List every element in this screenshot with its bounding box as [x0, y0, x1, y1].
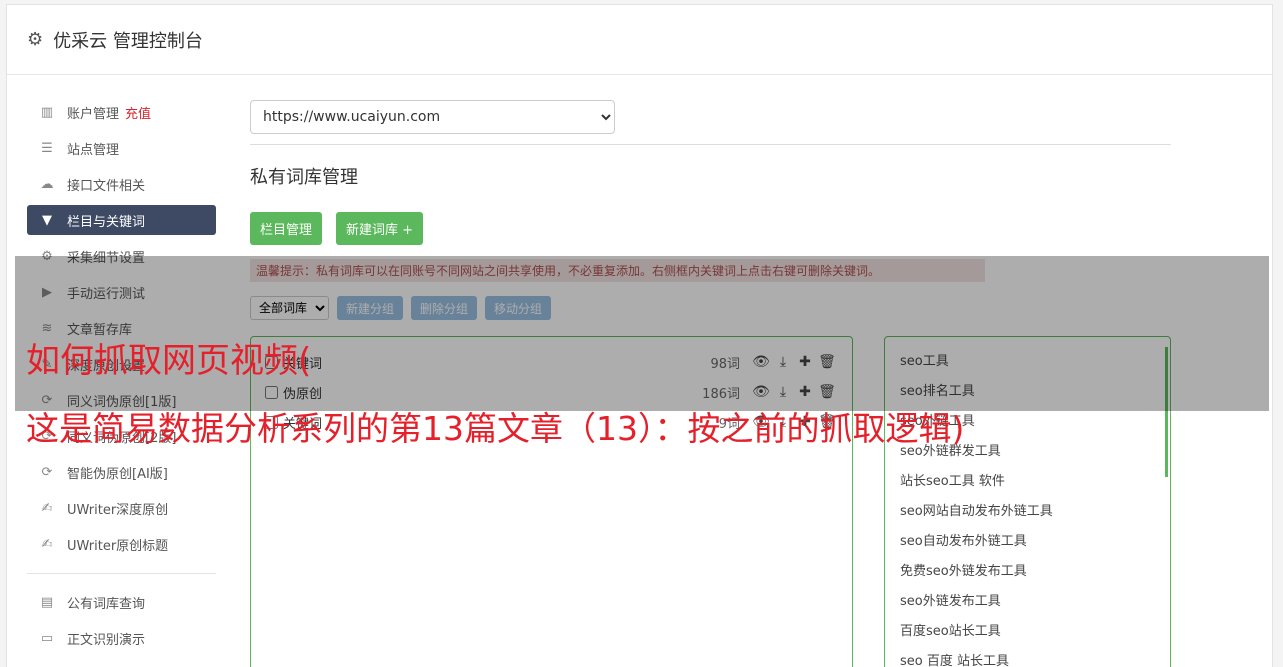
keyword-item[interactable]: 百度seo站长工具 [900, 619, 1170, 649]
new-lexicon-button[interactable]: 新建词库 + [336, 212, 424, 245]
sidebar-item-uwriter-title[interactable]: ✍ UWriter原创标题 [27, 529, 216, 559]
keyword-item[interactable]: seo 百度 站长工具 [900, 649, 1170, 667]
sidebar-item-label: 站点管理 [67, 142, 120, 158]
monitor-icon: ▭ [40, 630, 54, 646]
overlay-caption-line1: 如何抓取网页视频( [26, 341, 312, 381]
sidebar-item-label: UWriter原创标题 [67, 538, 169, 554]
sidebar-item-label: 账户管理 [67, 106, 120, 122]
overlay-caption-line2: 这是简易数据分析系列的第13篇文章（13）：按之前的抓取逻辑) [26, 409, 965, 448]
sidebar-item-label: 接口文件相关 [67, 178, 146, 194]
action-buttons: 栏目管理 新建词库 + [250, 212, 1171, 245]
sidebar-item-label: UWriter深度原创 [67, 502, 169, 518]
recharge-link[interactable]: 充值 [125, 103, 151, 122]
pencil-icon: ✍ [41, 500, 53, 516]
site-select[interactable]: https://www.ucaiyun.com [250, 100, 615, 134]
sidebar-item-uwriter-deep[interactable]: ✍ UWriter深度原创 [27, 493, 216, 523]
sidebar-item-text-recognition[interactable]: ▭ 正文识别演示 [27, 623, 216, 653]
keyword-item[interactable]: seo自动发布外链工具 [900, 529, 1170, 559]
sidebar-item-sites[interactable]: ☰ 站点管理 [27, 133, 216, 163]
sidebar-item-label: 栏目与关键词 [67, 214, 146, 230]
refresh-icon: ⟳ [41, 464, 53, 480]
sidebar-item-label: 正文识别演示 [67, 632, 146, 648]
sidebar-divider [27, 573, 216, 574]
sidebar-item-public-lexicon[interactable]: ▤ 公有词库查询 [27, 587, 216, 617]
keyword-item[interactable]: seo外链发布工具 [900, 589, 1170, 619]
keyword-item[interactable]: 免费seo外链发布工具 [900, 559, 1170, 589]
cloud-upload-icon: ☁ [40, 176, 54, 192]
app-title: 优采云 管理控制台 [53, 30, 203, 52]
keyword-item[interactable]: seo网站自动发布外链工具 [900, 499, 1170, 529]
bar-chart-icon: ▥ [40, 104, 54, 120]
gear-icon: ⚙ [27, 29, 44, 50]
book-icon: ▤ [40, 594, 54, 610]
divider [250, 144, 1171, 145]
page-title: 私有词库管理 [250, 167, 358, 188]
pencil-icon: ✍ [41, 536, 53, 552]
sidebar-item-ai-original[interactable]: ⟳ 智能伪原创[AI版] [27, 457, 216, 487]
keyword-item[interactable]: 站长seo工具 软件 [900, 469, 1170, 499]
sidebar-item-label: 智能伪原创[AI版] [67, 466, 168, 482]
category-manage-button[interactable]: 栏目管理 [250, 212, 323, 245]
server-icon: ☰ [41, 140, 53, 156]
header: ⚙ 优采云 管理控制台 [7, 5, 1272, 75]
sidebar-item-account[interactable]: ▥ 账户管理 充值 [27, 97, 216, 127]
sidebar-item-categories-keywords[interactable]: ▼ 栏目与关键词 [27, 205, 216, 235]
filter-icon: ▼ [42, 212, 52, 228]
sidebar-item-interface-files[interactable]: ☁ 接口文件相关 [27, 169, 216, 199]
sidebar-item-label: 公有词库查询 [67, 596, 146, 612]
